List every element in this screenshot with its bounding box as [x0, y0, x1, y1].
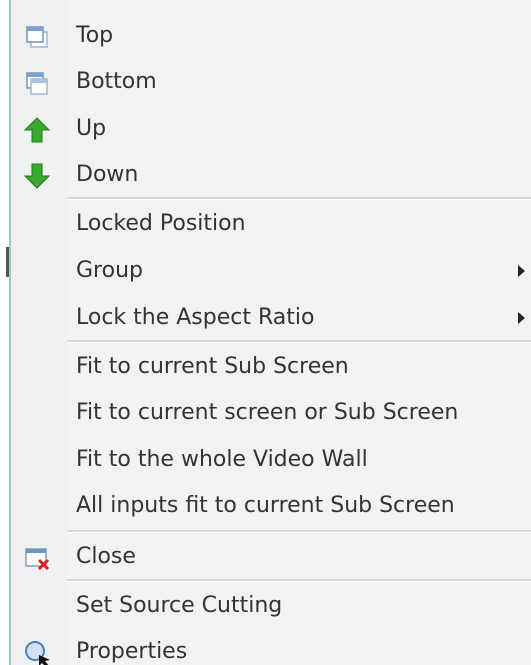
properties-magnifier-icon: [23, 639, 51, 665]
menu-item-close[interactable]: Close: [11, 535, 531, 579]
menu-item-label: All inputs fit to current Sub Screen: [76, 493, 455, 518]
menu-separator: [67, 530, 531, 533]
menu-separator: [67, 340, 531, 343]
send-to-bottom-icon: [23, 69, 51, 97]
menu-item-label: Bottom: [76, 69, 157, 94]
menu-item-top[interactable]: Top: [11, 14, 531, 58]
menu-item-label: Locked Position: [76, 211, 246, 236]
submenu-arrow-icon: [518, 312, 525, 324]
menu-item-fit-whole-video-wall[interactable]: Fit to the whole Video Wall: [11, 438, 531, 482]
context-menu: Top Bottom Up Down Locked Position Group…: [0, 0, 531, 665]
window-edge-marker: [6, 247, 9, 277]
submenu-arrow-icon: [518, 265, 525, 277]
menu-item-lock-aspect-ratio[interactable]: Lock the Aspect Ratio: [11, 296, 531, 340]
menu-item-label: Down: [76, 162, 139, 187]
menu-separator: [67, 197, 531, 200]
bring-to-top-icon: [23, 23, 51, 51]
menu-item-label: Fit to the whole Video Wall: [76, 447, 368, 472]
menu-item-label: Up: [76, 116, 107, 141]
menu-item-label: Fit to current Sub Screen: [76, 354, 349, 379]
menu-item-label: Top: [76, 23, 114, 48]
menu-item-label: Set Source Cutting: [76, 593, 283, 618]
menu-item-properties[interactable]: Properties: [11, 630, 531, 665]
menu-item-fit-current-sub-screen[interactable]: Fit to current Sub Screen: [11, 345, 531, 389]
menu-item-label: Group: [76, 258, 143, 283]
menu-item-locked-position[interactable]: Locked Position: [11, 202, 531, 246]
menu-item-label: Fit to current screen or Sub Screen: [76, 400, 459, 425]
menu-separator: [67, 579, 531, 582]
arrow-up-icon: [23, 116, 51, 144]
menu-item-fit-current-screen-or-sub[interactable]: Fit to current screen or Sub Screen: [11, 391, 531, 435]
menu-item-label: Lock the Aspect Ratio: [76, 305, 315, 330]
menu-item-group[interactable]: Group: [11, 249, 531, 293]
menu-item-bottom[interactable]: Bottom: [11, 60, 531, 104]
menu-item-down[interactable]: Down: [11, 153, 531, 197]
menu-item-label: Properties: [76, 639, 188, 664]
menu-item-set-source-cutting[interactable]: Set Source Cutting: [11, 584, 531, 628]
close-window-icon: [23, 544, 51, 572]
menu-item-all-inputs-fit[interactable]: All inputs fit to current Sub Screen: [11, 484, 531, 528]
menu-item-up[interactable]: Up: [11, 107, 531, 151]
menu-item-label: Close: [76, 544, 136, 569]
arrow-down-icon: [23, 162, 51, 190]
